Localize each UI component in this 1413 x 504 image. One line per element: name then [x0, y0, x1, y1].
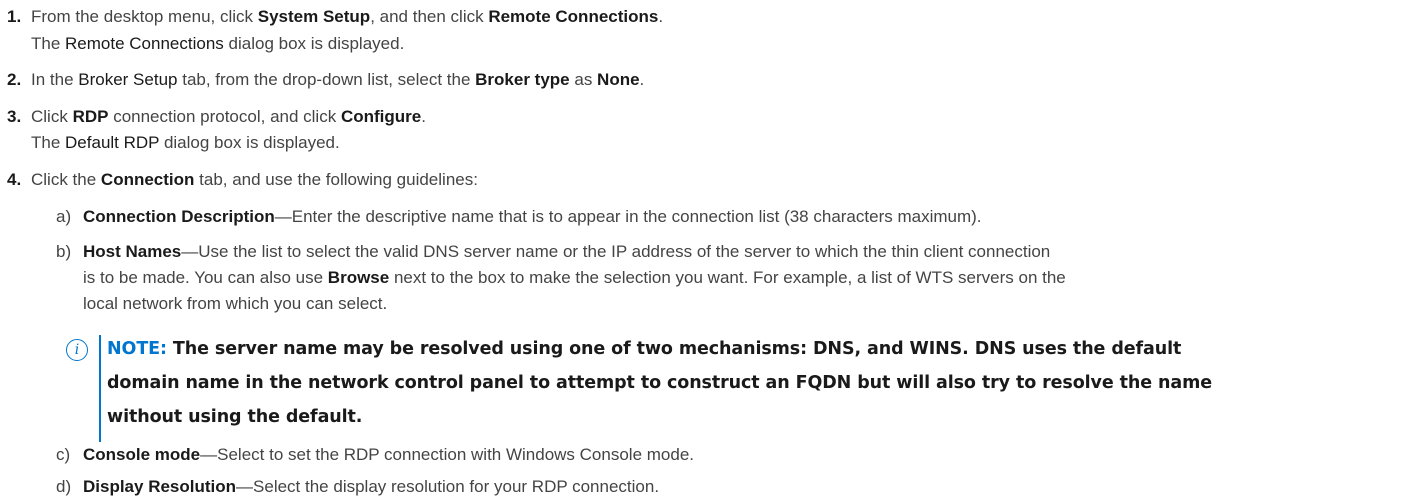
- bold-term: RDP: [72, 107, 109, 126]
- step-number: 4.: [7, 170, 22, 189]
- bold-term: Broker type: [475, 70, 570, 89]
- substep-b-line2: is to be made. You can also use Browse n…: [83, 268, 1066, 287]
- bold-term: Console mode: [83, 445, 201, 464]
- bold-term: Remote Connections: [488, 7, 659, 26]
- note-line-2: domain name in the network control panel…: [107, 373, 1212, 393]
- step-number: 3.: [7, 107, 22, 126]
- bold-term: System Setup: [257, 7, 371, 26]
- substep-b-text: Host Names—Use the list to select the va…: [83, 242, 1051, 261]
- substep-letter: c): [56, 445, 71, 464]
- step-3-text: Click RDP connection protocol, and click…: [31, 107, 426, 126]
- bold-term: Connection: [100, 170, 195, 189]
- note-line-3: without using the default.: [107, 407, 363, 427]
- ui-term: Default RDP: [65, 133, 160, 152]
- step-1-result: The Remote Connections dialog box is dis…: [31, 34, 405, 53]
- bold-term: Configure: [340, 107, 422, 126]
- bold-term: Host Names: [83, 242, 182, 261]
- ui-term: Remote Connections: [65, 34, 224, 53]
- step-3-result: The Default RDP dialog box is displayed.: [31, 133, 340, 152]
- substep-letter: d): [56, 477, 72, 496]
- note-accent-bar: [99, 335, 101, 442]
- info-icon: i: [66, 339, 88, 361]
- step-number: 2.: [7, 70, 22, 89]
- substep-b-line3: local network from which you can select.: [83, 294, 388, 313]
- bold-term: Connection Description: [83, 207, 275, 226]
- ui-term: Broker Setup: [78, 70, 178, 89]
- bold-term: None: [597, 70, 640, 89]
- substep-c-text: Console mode—Select to set the RDP conne…: [83, 445, 694, 464]
- bold-term: Display Resolution: [83, 477, 237, 496]
- bold-term: Browse: [327, 268, 390, 287]
- substep-letter: b): [56, 242, 72, 261]
- step-2-text: In the Broker Setup tab, from the drop-d…: [31, 70, 645, 89]
- note-label: NOTE:: [107, 339, 167, 359]
- note-line-1: NOTE: The server name may be resolved us…: [107, 339, 1182, 359]
- substep-letter: a): [56, 207, 72, 226]
- substep-d-text: Display Resolution—Select the display re…: [83, 477, 660, 496]
- step-number: 1.: [7, 7, 22, 26]
- step-4-text: Click the Connection tab, and use the fo…: [31, 170, 478, 189]
- substep-a-text: Connection Description—Enter the descrip…: [83, 207, 982, 226]
- step-1-text: From the desktop menu, click System Setu…: [31, 7, 664, 26]
